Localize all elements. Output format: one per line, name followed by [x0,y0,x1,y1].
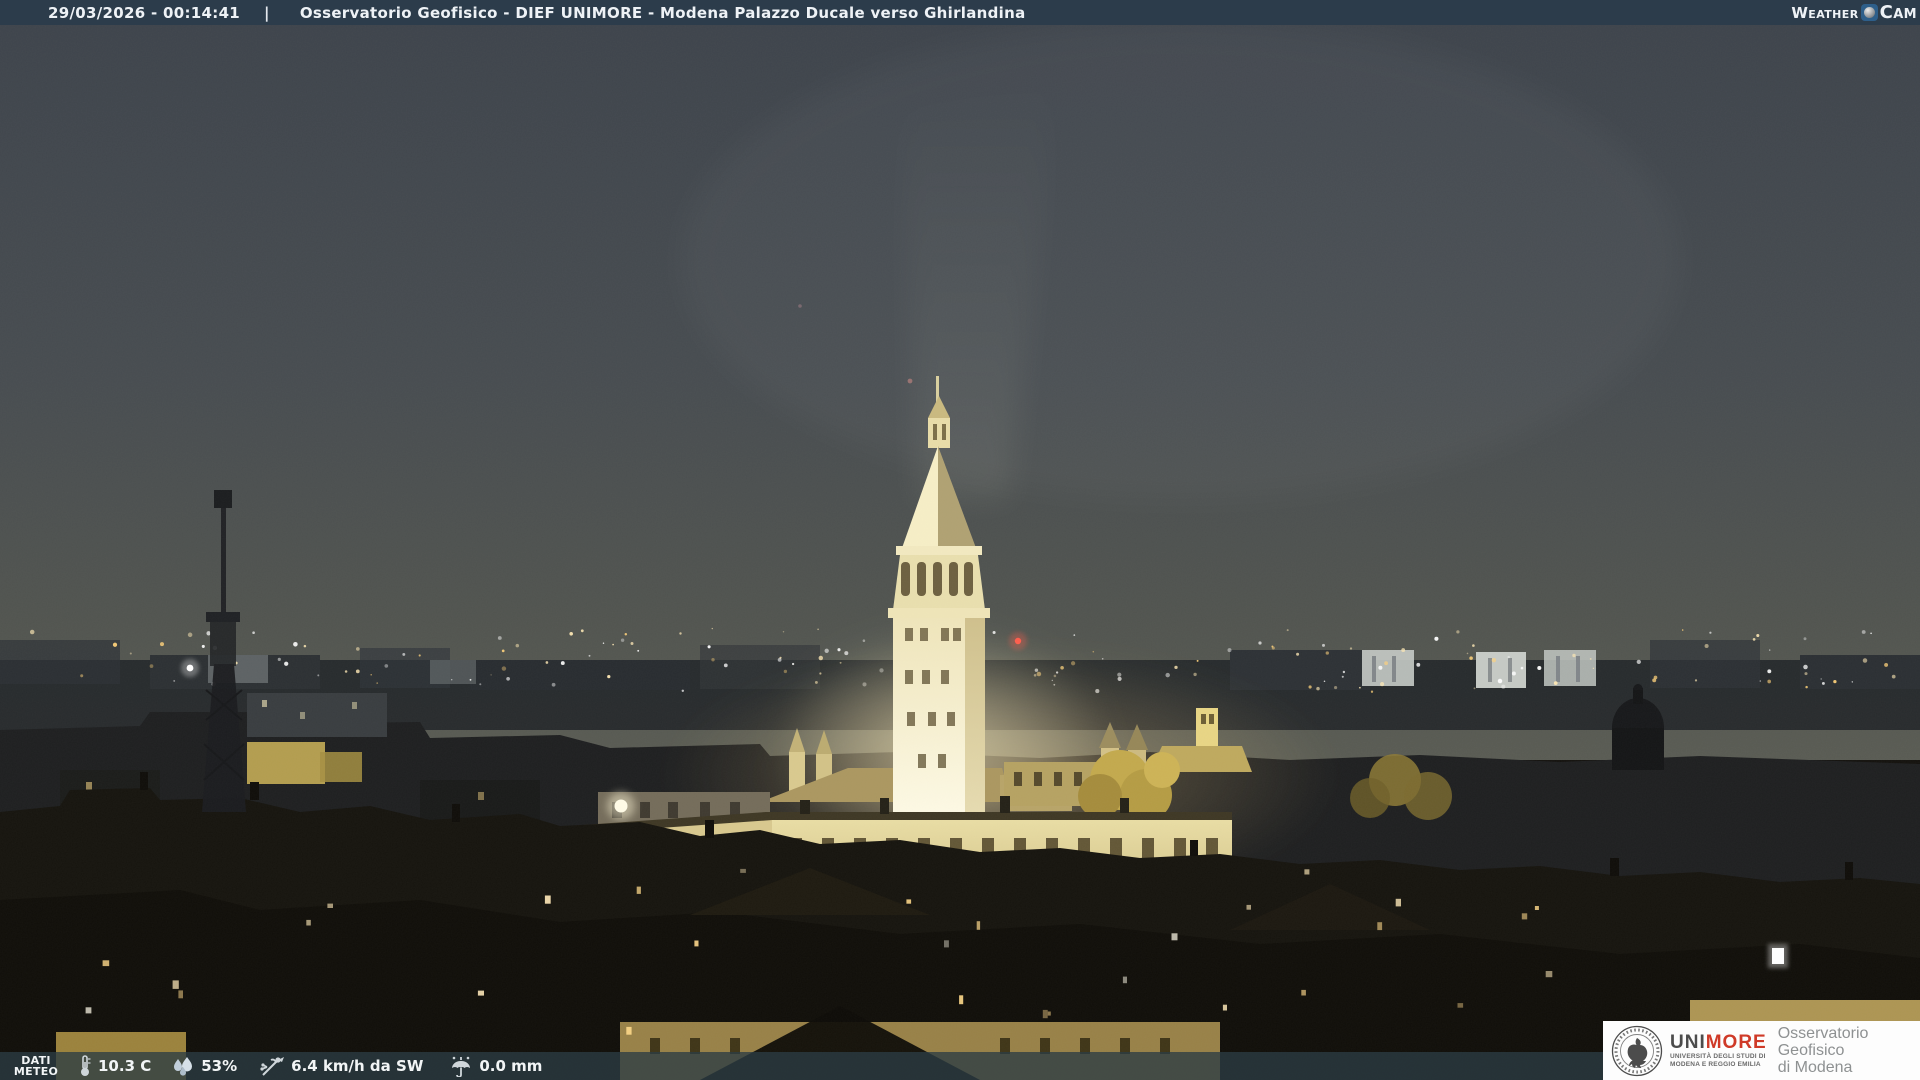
separator: | [264,3,270,22]
unimore-logo-box: UNIMORE UNIVERSITÀ DEGLI STUDI DI MODENA… [1603,1021,1920,1080]
wind-metric: 6.4 km/h da SW [259,1055,423,1077]
webcam-frame: 29/03/2026 - 00:14:41 | Osservatorio Geo… [0,0,1920,1080]
unimore-seal-icon [1611,1025,1663,1076]
sphere-icon [1860,4,1878,21]
weathercam-logo: Weather Cam [1791,2,1917,23]
wind-value: 6.4 km/h da SW [291,1057,424,1075]
university-name-line2: MODENA E REGGIO EMILIA [1670,1061,1761,1068]
webcam-photo [0,0,1920,1080]
camera-title: Osservatorio Geofisico - DIEF UNIMORE - … [299,3,1026,22]
temperature-value: 10.3 C [98,1057,152,1075]
temperature-metric: 10.3 C [78,1055,151,1077]
weathercam-cam-text: Cam [1879,2,1917,23]
datetime-text: 29/03/2026 - 00:14:41 [48,3,241,22]
unimore-wordmark: UNIMORE [1670,1031,1767,1053]
dati-meteo-badge: DATI METEO [13,1054,59,1078]
wind-icon [260,1057,285,1076]
unimore-wordmark-block: UNIMORE UNIVERSITÀ DEGLI STUDI DI MODENA… [1670,1033,1767,1069]
university-name-line1: UNIVERSITÀ DEGLI STUDI DI [1670,1052,1766,1060]
rain-icon [452,1056,471,1077]
thermometer-icon [81,1055,91,1076]
humidity-metric: 53% [171,1056,237,1076]
weathercam-weather-text: Weather [1791,3,1859,22]
rain-value: 0.0 mm [479,1057,543,1075]
sensor-noise [0,0,1920,1080]
header-bar: 29/03/2026 - 00:14:41 | Osservatorio Geo… [0,0,1920,25]
observatory-name: Osservatorio Geofisico di Modena [1777,1025,1869,1076]
rain-metric: 0.0 mm [449,1055,542,1077]
humidity-icon [174,1057,193,1076]
humidity-value: 53% [201,1057,238,1075]
